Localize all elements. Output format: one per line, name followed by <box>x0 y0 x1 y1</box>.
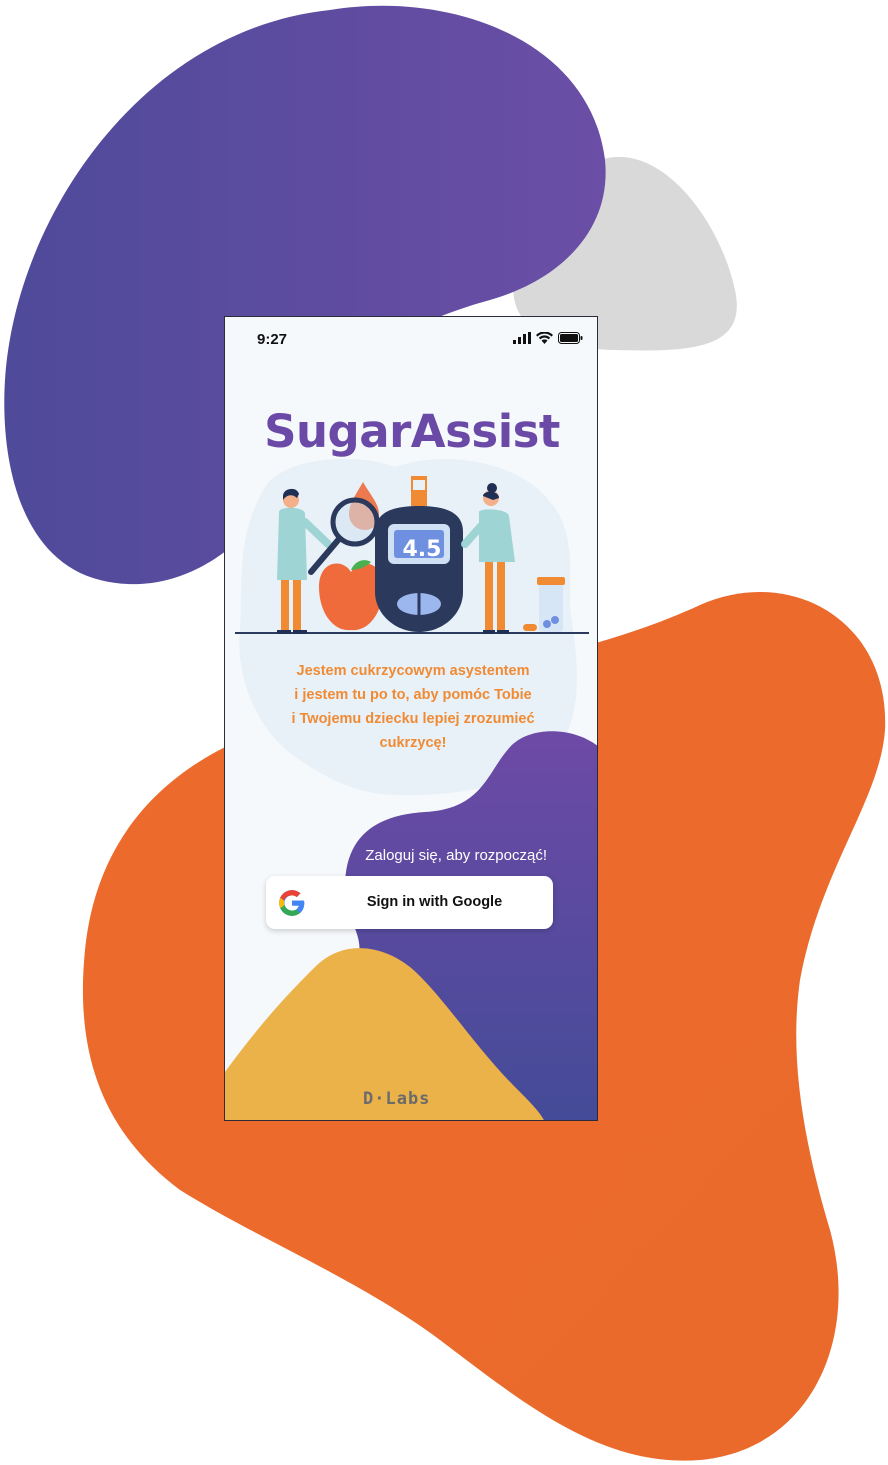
intro-text: Jestem cukrzycowym asystentem i jestem t… <box>273 659 553 755</box>
phone-screen: 9:27 SugarAssist 4.5 Jestem cukrzycowym … <box>224 316 598 1121</box>
magnifier-drop <box>308 482 380 575</box>
app-title: SugarAssist <box>264 405 560 458</box>
wifi-icon <box>536 332 553 344</box>
status-time: 9:27 <box>257 331 288 348</box>
status-icons <box>513 332 583 344</box>
meter-reading: 4.5 <box>402 537 442 562</box>
google-sign-in-label: Sign in with Google <box>366 894 503 910</box>
doctor-right-figure <box>461 483 515 634</box>
intro-line: cukrzycę! <box>379 735 447 751</box>
dlabs-logo: D·Labs <box>363 1089 431 1109</box>
intro-line: Jestem cukrzycowym asystentem <box>296 663 530 679</box>
google-sign-in-button[interactable]: Sign in with Google <box>266 876 553 929</box>
battery-icon <box>558 332 583 344</box>
pill-jar <box>523 577 565 632</box>
apple <box>319 560 383 631</box>
signal-icon <box>513 332 531 344</box>
login-prompt: Zaloguj się, aby rozpocząć! <box>365 847 547 864</box>
intro-line: i Twojemu dziecku lepiej zrozumieć <box>291 711 535 727</box>
intro-line: i jestem tu po to, aby pomóc Tobie <box>294 687 532 703</box>
